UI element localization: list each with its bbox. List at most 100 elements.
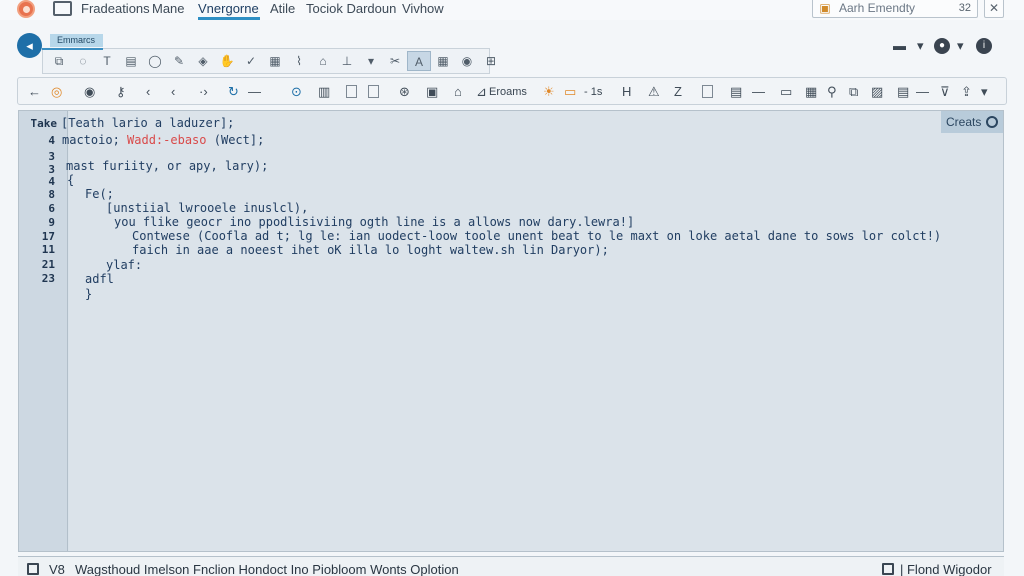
code-line: you flike geocr ino ppodlisiviing ogth l…: [114, 215, 635, 229]
close-button[interactable]: ✕: [984, 0, 1004, 18]
creats-label: Creats: [946, 115, 982, 129]
dash-icon[interactable]: —: [248, 83, 261, 101]
list-icon[interactable]: ▤: [897, 83, 909, 101]
frame-icon[interactable]: [368, 85, 379, 98]
code-line: mactoio; Wadd:-ebaso (Wect];: [62, 133, 264, 147]
search-shortcut: 32: [958, 2, 971, 14]
code-line: Contwese (Coofla ad t; lg le: ian uodect…: [132, 229, 942, 243]
code-line: {: [67, 173, 75, 187]
chevron-left-alt-icon[interactable]: ‹: [171, 83, 175, 101]
menu-item-tociok-dardoun[interactable]: Tociok Dardoun: [306, 0, 396, 18]
media-icon[interactable]: ▦: [805, 83, 817, 101]
minimize-icon[interactable]: ▬: [893, 36, 906, 56]
app-logo-icon[interactable]: [17, 0, 35, 18]
image-icon[interactable]: ▣: [426, 83, 438, 101]
menu-item-mane[interactable]: Mane: [152, 0, 185, 18]
info-icon[interactable]: i: [976, 38, 992, 54]
filter-icon[interactable]: ⊽: [940, 83, 950, 101]
hand-icon[interactable]: ✋: [215, 51, 239, 71]
menubar: Fradeations Mane Vnergorne Atile Tociok …: [0, 0, 1024, 20]
device-icon[interactable]: ▤: [730, 83, 742, 101]
line-number: 6: [48, 202, 55, 215]
code-area[interactable]: [Teath lario a laduzer]; mactoio; Wadd:-…: [61, 111, 1003, 551]
document-tab[interactable]: Emmarcs: [50, 34, 103, 47]
frames-label[interactable]: Eroams: [489, 83, 527, 101]
check-icon[interactable]: ✓: [239, 51, 263, 71]
box-icon[interactable]: [702, 85, 713, 98]
calendar-icon[interactable]: ▦: [263, 51, 287, 71]
arrow-left-icon[interactable]: ←: [28, 83, 41, 101]
sun-icon[interactable]: ☀: [543, 83, 555, 101]
code-token: (Wect];: [213, 133, 265, 147]
window-status-icon[interactable]: [882, 563, 894, 575]
lock-icon[interactable]: ⌂: [454, 83, 462, 101]
code-line: [Teath lario a laduzer];: [61, 116, 235, 130]
code-line: mast furiity, or apy, lary);: [66, 159, 269, 173]
info-circle-icon: [986, 116, 998, 128]
next-icon[interactable]: ·›: [199, 83, 208, 101]
record-icon[interactable]: ◎: [51, 83, 62, 101]
pen-icon[interactable]: ✎: [167, 51, 191, 71]
z-icon[interactable]: Z: [674, 83, 682, 101]
upload-icon[interactable]: ⇪: [961, 83, 972, 101]
code-line: Fe(;: [85, 187, 114, 201]
brush-icon[interactable]: ⌇: [287, 51, 311, 71]
status-right-text: | Flond Wigodor: [900, 562, 992, 576]
scissors-icon[interactable]: ✂: [383, 51, 407, 71]
frames-icon[interactable]: ⊿: [476, 83, 487, 101]
grid-icon[interactable]: ▦: [431, 51, 455, 71]
code-line: adfl: [85, 272, 114, 286]
search-value: Aarh Emendty: [839, 1, 916, 15]
document-icon: [27, 563, 39, 575]
key-icon[interactable]: ⚷: [116, 83, 126, 101]
eye-icon[interactable]: ◉: [455, 51, 479, 71]
triangle-icon[interactable]: ⚠: [648, 83, 660, 101]
dropdown-arrow-icon[interactable]: ▾: [359, 51, 383, 71]
menu-item-atile[interactable]: Atile: [270, 0, 295, 18]
table-icon[interactable]: ⊞: [479, 51, 503, 71]
copy-doc-icon[interactable]: ⧉: [849, 83, 858, 101]
fill-icon[interactable]: ◈: [191, 51, 215, 71]
search-input[interactable]: ▣ Aarh Emendty 32: [812, 0, 978, 18]
account-icon[interactable]: ●: [934, 38, 950, 54]
list-dash-icon[interactable]: —: [916, 83, 929, 101]
save-icon[interactable]: ▤: [119, 51, 143, 71]
window-menu-icon[interactable]: [53, 1, 72, 16]
view-icon[interactable]: ⊙: [291, 83, 302, 101]
account-chevron-icon[interactable]: ▾: [957, 36, 964, 56]
heading-icon[interactable]: H: [622, 83, 631, 101]
menu-item-fradeations[interactable]: Fradeations: [81, 0, 150, 18]
toolbar-tab-indicator: [42, 48, 103, 74]
code-editor[interactable]: Take 4 3 3 4 8 6 9 17 11 21 23 [Teath la…: [18, 110, 1004, 552]
line-number: 4: [48, 134, 55, 147]
window-icon[interactable]: ▭: [780, 83, 792, 101]
creats-button[interactable]: Creats: [941, 111, 1003, 133]
text-style-icon[interactable]: A: [407, 51, 431, 71]
home-icon[interactable]: ⌂: [311, 51, 335, 71]
photo-icon[interactable]: ▨: [871, 83, 883, 101]
chevron-left-icon[interactable]: ‹: [146, 83, 150, 101]
stamp-icon[interactable]: ⊥: [335, 51, 359, 71]
back-button[interactable]: ◂: [17, 33, 42, 58]
battery-icon[interactable]: ▭: [564, 83, 576, 101]
menu-item-vnergorne[interactable]: Vnergorne: [198, 0, 259, 18]
status-code: V8: [49, 562, 65, 576]
lasso-icon[interactable]: ◯: [143, 51, 167, 71]
line-number: Take: [30, 117, 58, 130]
line-number-gutter: Take 4 3 3 4 8 6 9 17 11 21 23: [19, 111, 68, 551]
range-label[interactable]: - 1s: [584, 83, 602, 101]
target-icon[interactable]: ◉: [84, 83, 95, 101]
code-line: ylaf:: [106, 258, 143, 272]
panel-icon[interactable]: ▥: [318, 83, 330, 101]
layers-icon[interactable]: ⊛: [399, 83, 410, 101]
square-icon[interactable]: [346, 85, 357, 98]
code-token-string: Wadd:-ebaso: [127, 133, 207, 147]
magnify-icon[interactable]: ⚲: [827, 83, 837, 101]
chevron-down-icon[interactable]: ▾: [917, 36, 924, 56]
menu-item-vivhow[interactable]: Vivhow: [402, 0, 444, 18]
refresh-icon[interactable]: ↻: [228, 83, 239, 101]
line-number: 11: [41, 243, 55, 256]
toolbar-dash-icon[interactable]: —: [752, 83, 765, 101]
more-chevron-icon[interactable]: ▾: [981, 83, 988, 101]
search-icon: ▣: [819, 1, 831, 15]
